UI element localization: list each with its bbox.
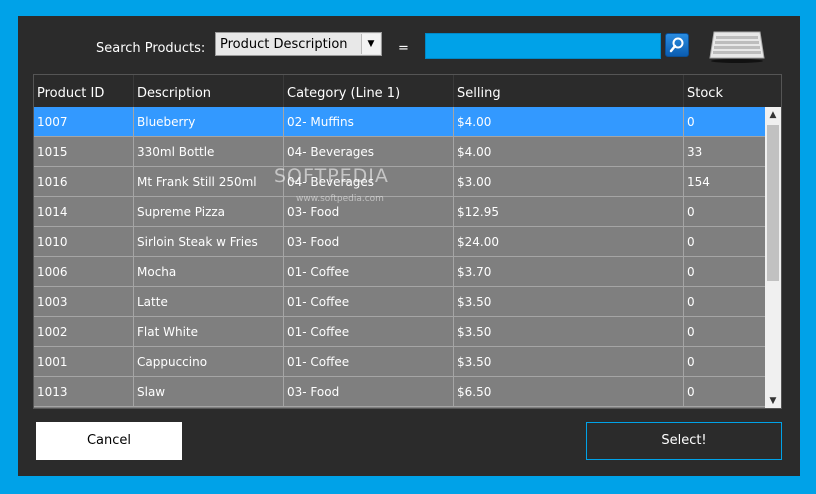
column-header-category[interactable]: Category (Line 1) bbox=[284, 75, 454, 107]
cell-product-id: 1013 bbox=[34, 377, 134, 406]
cell-selling: $12.95 bbox=[454, 197, 684, 226]
cell-selling: $4.00 bbox=[454, 137, 684, 166]
search-input[interactable] bbox=[425, 33, 661, 59]
cell-product-id: 1014 bbox=[34, 197, 134, 226]
cell-stock: 0 bbox=[687, 115, 695, 129]
cell-selling: $3.70 bbox=[454, 257, 684, 286]
table-row[interactable]: 1001 Cappuccino 01- Coffee $3.50 0 bbox=[34, 347, 765, 377]
table-row[interactable]: 1013 Slaw 03- Food $6.50 0 bbox=[34, 377, 765, 407]
column-header-stock[interactable]: Stock bbox=[684, 75, 781, 107]
cell-category: 01- Coffee bbox=[284, 347, 454, 376]
cell-product-id: 1002 bbox=[34, 317, 134, 346]
column-header-description[interactable]: Description bbox=[134, 75, 284, 107]
cell-selling: $6.50 bbox=[454, 377, 684, 406]
cell-category: 03- Food bbox=[284, 377, 454, 406]
magnifier-icon bbox=[669, 37, 684, 53]
cell-product-id: 1016 bbox=[34, 167, 134, 196]
watermark-text: SOFTPEDIA bbox=[274, 165, 389, 187]
cell-description: Supreme Pizza bbox=[134, 197, 284, 226]
cell-product-id: 1015 bbox=[34, 137, 134, 166]
search-field-select[interactable]: Product Description ▼ bbox=[215, 32, 382, 56]
scrollbar-thumb[interactable] bbox=[767, 125, 779, 281]
cell-description: Flat White bbox=[134, 317, 284, 346]
table-row[interactable]: 1006 Mocha 01- Coffee $3.70 0 bbox=[34, 257, 765, 287]
cell-stock: 33 bbox=[687, 145, 703, 159]
cell-stock: 0 bbox=[687, 265, 695, 279]
cell-product-id: 1007 bbox=[34, 107, 134, 136]
search-field-value: Product Description bbox=[220, 37, 348, 52]
table-row[interactable]: 1014 Supreme Pizza 03- Food $12.95 0 bbox=[34, 197, 765, 227]
cell-stock: 0 bbox=[687, 235, 695, 249]
cell-category: 01- Coffee bbox=[284, 257, 454, 286]
keyboard-icon bbox=[709, 31, 765, 63]
cell-category: 02- Muffins bbox=[284, 107, 454, 136]
cell-stock: 0 bbox=[687, 355, 695, 369]
cell-description: Mt Frank Still 250ml bbox=[134, 167, 284, 196]
search-button[interactable] bbox=[665, 33, 689, 57]
cell-product-id: 1001 bbox=[34, 347, 134, 376]
cell-description: Sirloin Steak w Fries bbox=[134, 227, 284, 256]
cell-selling: $3.00 bbox=[454, 167, 684, 196]
watermark-url: www.softpedia.com bbox=[296, 194, 384, 204]
cell-stock: 0 bbox=[687, 385, 695, 399]
chevron-down-icon[interactable]: ▼ bbox=[361, 34, 380, 54]
cell-stock: 154 bbox=[687, 175, 710, 189]
scroll-down-icon[interactable]: ▼ bbox=[765, 393, 781, 408]
cell-product-id: 1006 bbox=[34, 257, 134, 286]
column-header-selling[interactable]: Selling bbox=[454, 75, 684, 107]
product-search-window: Search Products: Product Description ▼ =… bbox=[18, 16, 800, 476]
product-table: Product ID Description Category (Line 1)… bbox=[33, 74, 782, 409]
table-row[interactable]: 1015 330ml Bottle 04- Beverages $4.00 33 bbox=[34, 137, 765, 167]
cell-selling: $3.50 bbox=[454, 347, 684, 376]
select-button[interactable]: Select! bbox=[586, 422, 782, 460]
table-row[interactable]: 1007 Blueberry 02- Muffins $4.00 0 bbox=[34, 107, 765, 137]
search-products-label: Search Products: bbox=[96, 41, 206, 56]
cell-category: 03- Food bbox=[284, 227, 454, 256]
cell-category: 01- Coffee bbox=[284, 287, 454, 316]
table-row[interactable]: 1002 Flat White 01- Coffee $3.50 0 bbox=[34, 317, 765, 347]
cell-category: 04- Beverages bbox=[284, 137, 454, 166]
vertical-scrollbar[interactable]: ▲ ▼ bbox=[765, 107, 781, 408]
table-header: Product ID Description Category (Line 1)… bbox=[34, 75, 781, 108]
cell-selling: $4.00 bbox=[454, 107, 684, 136]
cell-description: Slaw bbox=[134, 377, 284, 406]
cell-selling: $3.50 bbox=[454, 287, 684, 316]
cell-description: Blueberry bbox=[134, 107, 284, 136]
cell-stock: 0 bbox=[687, 325, 695, 339]
keyboard-button[interactable] bbox=[706, 28, 768, 64]
table-row[interactable]: 1010 Sirloin Steak w Fries 03- Food $24.00 0 bbox=[34, 227, 765, 257]
cell-stock: 0 bbox=[687, 205, 695, 219]
cell-product-id: 1010 bbox=[34, 227, 134, 256]
cell-selling: $3.50 bbox=[454, 317, 684, 346]
scroll-up-icon[interactable]: ▲ bbox=[765, 107, 781, 123]
equals-label: = bbox=[398, 41, 409, 56]
table-row[interactable]: 1003 Latte 01- Coffee $3.50 0 bbox=[34, 287, 765, 317]
cell-category: 01- Coffee bbox=[284, 317, 454, 346]
cell-description: Mocha bbox=[134, 257, 284, 286]
table-row[interactable]: 1016 Mt Frank Still 250ml 04- Beverages $3.… bbox=[34, 167, 765, 197]
cell-description: Latte bbox=[134, 287, 284, 316]
cell-stock: 0 bbox=[687, 295, 695, 309]
cell-description: 330ml Bottle bbox=[134, 137, 284, 166]
cancel-button[interactable]: Cancel bbox=[36, 422, 182, 460]
column-header-product-id[interactable]: Product ID bbox=[34, 75, 134, 107]
cell-product-id: 1003 bbox=[34, 287, 134, 316]
cell-selling: $24.00 bbox=[454, 227, 684, 256]
cell-description: Cappuccino bbox=[134, 347, 284, 376]
